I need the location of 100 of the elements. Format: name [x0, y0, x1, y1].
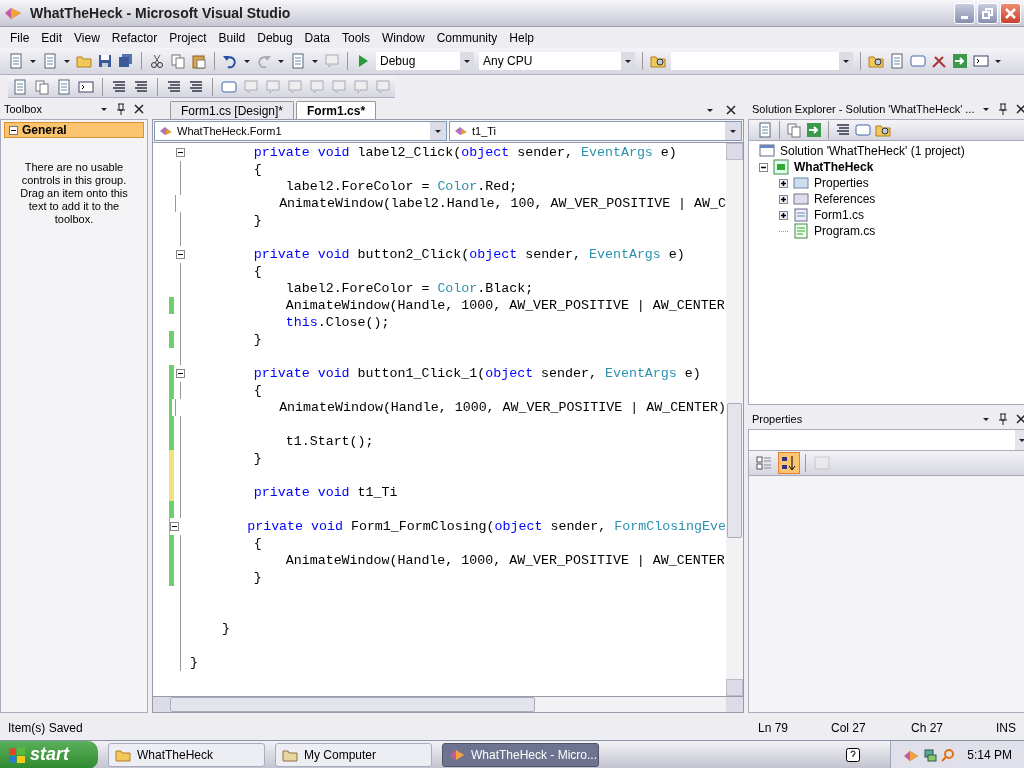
properties-folder-icon [793, 175, 809, 191]
menu-item[interactable]: View [68, 28, 106, 47]
expand-icon[interactable] [779, 194, 788, 204]
sort-descending-icon [781, 455, 797, 471]
tree-item[interactable]: References [814, 190, 876, 208]
caret-icon[interactable] [277, 58, 285, 64]
close-icon[interactable] [726, 105, 736, 115]
panel-title: Properties [752, 411, 804, 427]
network-icon[interactable] [923, 747, 938, 762]
cut-icon[interactable] [149, 53, 165, 69]
pin-icon[interactable] [998, 413, 1009, 425]
menu-item[interactable]: Project [163, 28, 213, 47]
vertical-scrollbar[interactable] [726, 143, 743, 696]
menu-item[interactable]: Window [376, 28, 431, 47]
outdent-icon[interactable] [111, 78, 127, 95]
dropdown-arrow-icon[interactable] [434, 128, 442, 134]
minimize-button[interactable] [954, 2, 975, 24]
show-all-files-icon[interactable] [786, 122, 802, 138]
close-icon[interactable] [1016, 414, 1024, 424]
code-line: private void label2_Click(object sender, EventArgs e) [252, 143, 677, 162]
refresh-icon[interactable] [806, 122, 822, 138]
find-in-files-icon[interactable] [650, 53, 666, 69]
menu-item[interactable]: File [4, 28, 36, 47]
indent-icon[interactable] [133, 78, 149, 95]
properties-icon[interactable] [757, 122, 773, 138]
menu-item[interactable]: Edit [35, 28, 69, 47]
command-window-icon[interactable] [973, 53, 989, 69]
dropdown-arrow-icon[interactable] [100, 106, 108, 112]
dropdown-arrow-icon[interactable] [706, 107, 714, 113]
new-project-icon[interactable] [8, 53, 24, 69]
help-icon[interactable] [846, 747, 861, 762]
menu-item[interactable]: Community [430, 28, 504, 47]
collapse-icon[interactable] [9, 125, 18, 135]
restore-button[interactable] [977, 2, 998, 24]
uncomment-icon[interactable] [188, 78, 204, 95]
status-line: Ln 79 [758, 719, 790, 737]
menu-item[interactable]: Refactor [105, 28, 164, 47]
caret-icon[interactable] [63, 58, 71, 64]
menu-item[interactable]: Build [212, 28, 252, 47]
tree-item[interactable]: WhatTheHeck [794, 158, 874, 176]
copy-icon[interactable] [170, 53, 186, 69]
collapse-icon[interactable] [759, 162, 768, 172]
caret-icon[interactable] [994, 58, 1002, 64]
sort-descending-button[interactable] [778, 452, 800, 474]
dropdown-arrow-icon[interactable] [842, 58, 850, 64]
code-file-icon [793, 223, 809, 239]
caret-icon[interactable] [29, 58, 37, 64]
dropdown-arrow-icon[interactable] [982, 106, 991, 112]
dropdown-arrow-icon[interactable] [624, 58, 632, 64]
navigate-icon[interactable] [290, 53, 306, 69]
close-icon[interactable] [134, 104, 144, 114]
expand-icon[interactable] [779, 210, 788, 220]
menu-item[interactable]: Data [298, 28, 336, 47]
tree-item[interactable]: Solution 'WhatTheHeck' (1 project) [780, 142, 965, 160]
collapse-icon[interactable] [170, 522, 180, 531]
pin-icon[interactable] [116, 103, 126, 115]
properties-window-icon[interactable] [889, 53, 905, 69]
code-line: AnimateWindow(Handle, 1000, AW_VER_POSITIVE | AW_CENTER) [278, 398, 726, 417]
member-dropdown[interactable]: t1_Ti [449, 121, 742, 141]
comment-icon[interactable] [166, 78, 182, 95]
editor-tab[interactable]: Form1.cs [Design]* [170, 101, 295, 119]
caret-icon[interactable] [311, 58, 319, 64]
class-dropdown[interactable]: WhatTheHeck.Form1 [154, 121, 447, 141]
paste-icon[interactable] [191, 53, 207, 69]
undo-icon[interactable] [222, 53, 238, 69]
view-code-icon[interactable] [835, 122, 851, 138]
collapse-icon[interactable] [175, 250, 185, 259]
pages-icon[interactable] [34, 78, 50, 95]
close-button[interactable] [1000, 2, 1021, 24]
code-line: private void Form1_FormClosing(object sender, FormClosingEve [246, 517, 726, 536]
tree-item[interactable]: Properties [814, 174, 869, 192]
pin-icon[interactable] [998, 103, 1009, 115]
save-all-icon[interactable] [118, 53, 134, 69]
tree-item[interactable]: Form1.cs [814, 206, 864, 224]
menu-item[interactable]: Tools [335, 28, 376, 47]
collapse-icon[interactable] [175, 369, 185, 378]
tree-item[interactable]: Program.cs [814, 222, 876, 240]
collapse-icon[interactable] [175, 148, 185, 157]
save-icon[interactable] [97, 53, 113, 69]
platform-dropdown[interactable]: Any CPU [479, 52, 635, 70]
list-icon[interactable] [12, 78, 28, 95]
dropdown-arrow-icon[interactable] [1018, 437, 1024, 443]
caret-icon[interactable] [243, 58, 251, 64]
taskbar-button[interactable]: My Computer [275, 742, 432, 767]
dropdown-arrow-icon[interactable] [463, 58, 471, 64]
code-line: AnimateWindow(Handle, 1000, AW_VER_POSITIVE | AW_CENTER [284, 551, 725, 570]
dropdown-arrow-icon[interactable] [982, 416, 991, 422]
menu-item[interactable]: Debug [251, 28, 299, 47]
configuration-dropdown[interactable]: Debug [376, 52, 474, 70]
horizontal-scrollbar[interactable] [152, 696, 744, 713]
status-column: Col 27 [831, 718, 911, 737]
toolbox-group[interactable]: General [4, 122, 144, 138]
add-item-icon[interactable] [42, 53, 58, 69]
dropdown-arrow-icon[interactable] [729, 128, 737, 134]
close-icon[interactable] [1016, 104, 1024, 114]
taskbar-button[interactable]: WhatTheHeck - Micro... [442, 742, 599, 767]
menu-item[interactable]: Help [503, 28, 541, 47]
taskbar-button[interactable]: WhatTheHeck [108, 742, 265, 767]
editor-tab[interactable]: Form1.cs* [296, 101, 377, 119]
expand-icon[interactable] [779, 178, 788, 188]
